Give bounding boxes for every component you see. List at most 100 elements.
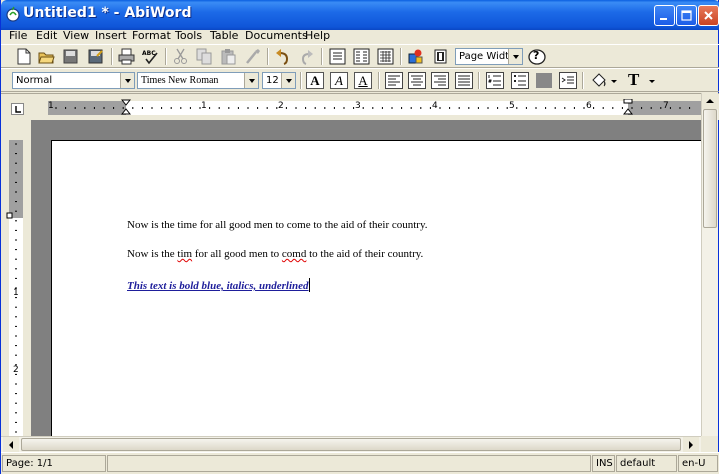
menu-insert[interactable]: Insert (95, 29, 127, 42)
paragraph[interactable]: Now is the time for all good men to come… (127, 219, 428, 231)
chevron-down-icon[interactable] (120, 73, 134, 88)
menu-file[interactable]: File (9, 29, 27, 42)
abiword-window: Untitled1 * - AbiWord File Edit View Ins… (0, 0, 719, 474)
scroll-right-button[interactable] (683, 437, 699, 453)
underline-button[interactable]: A (354, 72, 372, 89)
open-button[interactable] (37, 47, 57, 66)
window-title: Untitled1 * - AbiWord (23, 5, 192, 21)
text-color-button[interactable]: T (625, 70, 645, 90)
text-color-dropdown[interactable] (646, 71, 660, 90)
align-right-icon (431, 72, 449, 89)
font-size-select[interactable]: 12 (262, 72, 296, 89)
menu-view[interactable]: View (63, 29, 89, 42)
menu-help[interactable]: Help (305, 29, 330, 42)
left-indent-marker-icon[interactable] (121, 99, 131, 117)
ruler-label: 1 (201, 101, 207, 111)
help-button[interactable]: ? (527, 47, 547, 66)
language-style: default (616, 455, 677, 472)
ruler-label: 1 (48, 101, 54, 111)
scroll-up-button[interactable] (702, 93, 718, 109)
align-center-icon (408, 72, 426, 89)
numbered-list-button[interactable] (485, 71, 505, 90)
justify-button[interactable] (454, 71, 474, 90)
menu-edit[interactable]: Edit (36, 29, 57, 42)
document-canvas[interactable]: Now is the time for all good men to come… (31, 120, 701, 436)
scroll-left-button[interactable] (3, 437, 19, 453)
formatted-paragraph[interactable]: This text is bold blue, italics, underli… (127, 278, 310, 292)
print-button[interactable] (117, 47, 137, 66)
toolbar-separator (321, 48, 323, 65)
save-as-button[interactable] (86, 47, 106, 66)
paragraph[interactable]: Now is the tim for all good men to comd … (127, 248, 423, 260)
insert-table-button[interactable] (328, 47, 348, 66)
top-margin-marker-icon[interactable] (6, 212, 14, 220)
align-right-button[interactable] (430, 71, 450, 90)
ruler-label: 4 (432, 101, 438, 111)
paste-button[interactable] (219, 47, 239, 66)
redo-icon (301, 50, 313, 65)
chevron-down-icon[interactable] (244, 73, 258, 88)
paragraph-text: Now is the (127, 248, 178, 260)
tab-selector[interactable] (11, 103, 24, 115)
new-document-button[interactable] (14, 47, 34, 66)
horizontal-ruler[interactable]: 1 1 2 3 4 5 6 7 (48, 99, 701, 117)
insert-mode[interactable]: INS (592, 455, 615, 472)
format-painter-button[interactable] (243, 47, 263, 66)
chevron-down-icon[interactable] (508, 49, 522, 64)
font-select[interactable]: Times New Roman (137, 72, 259, 89)
align-center-button[interactable] (407, 71, 427, 90)
menu-bar: File Edit View Insert Format Tools Table… (1, 29, 719, 44)
undo-icon (276, 49, 289, 65)
menu-documents[interactable]: Documents (245, 29, 308, 42)
highlight-color-button[interactable] (589, 71, 609, 90)
zoom-select[interactable]: Page Width (455, 48, 523, 65)
menu-table[interactable]: Table (210, 29, 238, 42)
decrease-indent-button[interactable] (534, 71, 554, 90)
ruler-area: 1 1 2 3 4 5 6 7 (1, 93, 719, 120)
minimize-button[interactable] (654, 5, 675, 26)
highlight-color-dropdown[interactable] (608, 71, 622, 90)
page-indicator: Page: 1/1 (2, 455, 106, 472)
document-page[interactable]: Now is the time for all good men to come… (51, 140, 701, 436)
menu-format[interactable]: Format (132, 29, 171, 42)
spellcheck-button[interactable]: ABC (141, 47, 161, 66)
right-indent-marker-icon[interactable] (623, 99, 633, 117)
chevron-down-icon (649, 80, 655, 83)
cut-button[interactable] (171, 47, 191, 66)
redo-button[interactable] (297, 47, 317, 66)
misspelled-word[interactable]: comd (282, 248, 306, 260)
menu-tools[interactable]: Tools (175, 29, 202, 42)
toolbar-separator (300, 72, 302, 89)
chevron-down-icon[interactable] (281, 73, 295, 88)
title-bar[interactable]: Untitled1 * - AbiWord (1, 0, 719, 30)
misspelled-word[interactable]: tim (177, 248, 192, 260)
undo-button[interactable] (273, 47, 293, 66)
paste-icon (221, 49, 236, 65)
abiword-logo-icon (6, 6, 20, 22)
grid-button[interactable] (376, 47, 396, 66)
locale-indicator: en-U (678, 455, 718, 472)
close-icon (704, 11, 713, 20)
save-button[interactable] (61, 47, 81, 66)
columns-button[interactable] (352, 47, 372, 66)
vertical-ruler[interactable]: 1 2 (6, 140, 23, 436)
insert-frame-button[interactable] (431, 47, 451, 66)
close-button[interactable] (698, 5, 719, 26)
bold-button[interactable]: A (306, 72, 324, 89)
format-toolbar: Normal Times New Roman 12 A A A T (1, 68, 719, 92)
italic-button[interactable]: A (330, 72, 348, 89)
insert-image-button[interactable] (406, 47, 426, 66)
align-left-button[interactable] (384, 71, 404, 90)
copy-button[interactable] (195, 47, 215, 66)
justify-icon (455, 72, 473, 89)
bulleted-list-button[interactable] (510, 71, 530, 90)
maximize-button[interactable] (676, 5, 697, 26)
horizontal-scroll-thumb[interactable] (21, 438, 681, 451)
help-label: ? (533, 49, 540, 62)
increase-indent-button[interactable] (558, 71, 578, 90)
style-select[interactable]: Normal (12, 72, 135, 89)
vertical-scrollbar[interactable] (701, 93, 718, 436)
horizontal-scrollbar[interactable] (1, 436, 701, 453)
copy-icon (196, 48, 212, 65)
vertical-scroll-thumb[interactable] (703, 109, 717, 228)
